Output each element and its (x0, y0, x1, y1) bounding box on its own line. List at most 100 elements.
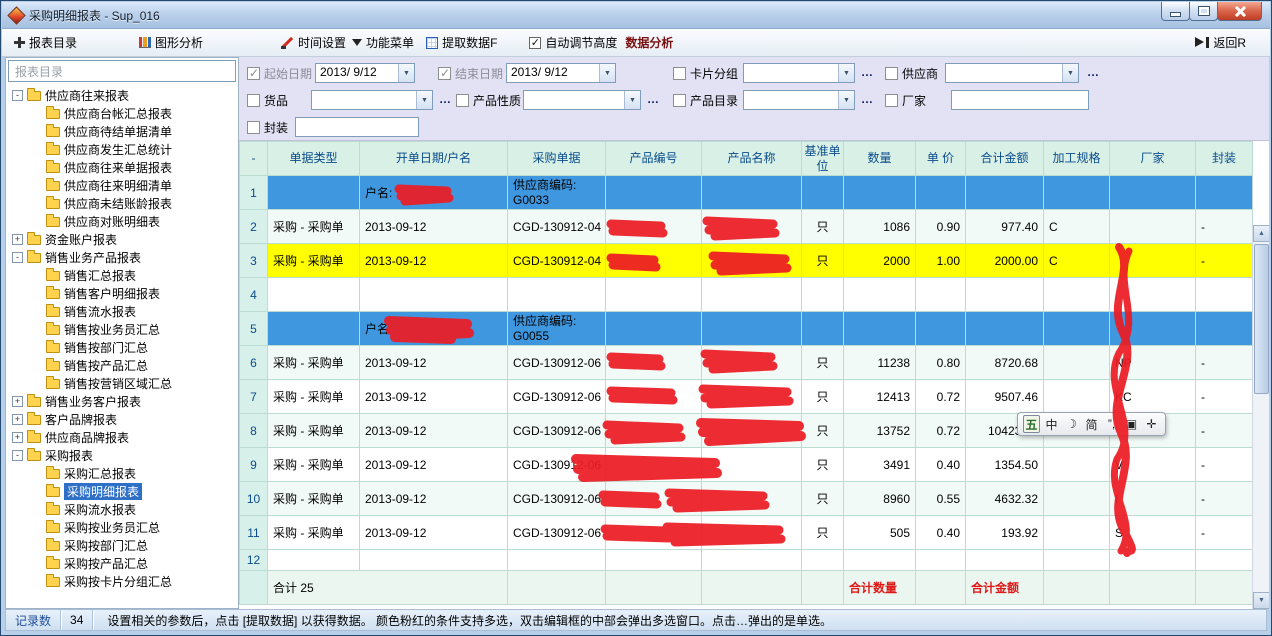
ime-simplified[interactable]: 简 (1083, 415, 1100, 433)
dropdown-arrow-icon[interactable]: ▼ (416, 91, 432, 109)
grid-row-11[interactable]: 11采购 - 采购单2013-09-12CGD-130912-06只5050.4… (240, 516, 1253, 550)
cell-price[interactable] (916, 278, 966, 312)
cell-prod_no[interactable] (606, 482, 702, 516)
ime-lang-chinese[interactable]: 中 (1043, 415, 1060, 433)
toolbar-item-data-analysis[interactable]: 数据分析 (625, 34, 673, 51)
cell-unit[interactable]: 只 (802, 244, 844, 278)
tree-leaf[interactable]: 供应商对账明细表 (6, 212, 238, 230)
cell-price[interactable]: 0.72 (916, 414, 966, 448)
grid-row-2[interactable]: 2采购 - 采购单2013-09-12CGD-130912-04只10860.9… (240, 210, 1253, 244)
toolbar-item-report-catalog[interactable]: 报表目录 (14, 34, 77, 51)
vertical-scrollbar[interactable]: ▲ ▼ (1252, 225, 1269, 609)
cell-doc_type[interactable]: 采购 - 采购单 (268, 448, 360, 482)
cell-prod_name[interactable] (702, 244, 802, 278)
cell-pack[interactable]: - (1196, 448, 1253, 482)
cell-prod_no[interactable] (606, 278, 702, 312)
tree-leaf[interactable]: 销售汇总报表 (6, 266, 238, 284)
tree-leaf[interactable]: 销售流水报表 (6, 302, 238, 320)
cell-doc_type[interactable] (268, 278, 360, 312)
cell-prod_name[interactable] (702, 380, 802, 414)
cell-amount[interactable]: 8720.68 (966, 346, 1044, 380)
dropdown-arrow-icon[interactable]: ▼ (838, 64, 854, 82)
grid-row-12[interactable]: 12 (240, 550, 1253, 571)
expander-icon[interactable]: - (12, 450, 23, 461)
ime-toolbar[interactable]: 五中☽简”,▣✛ (1017, 412, 1166, 436)
tree-leaf[interactable]: 采购流水报表 (6, 500, 238, 518)
cell-maker[interactable]: S (1110, 516, 1196, 550)
ime-logo[interactable]: 五 (1023, 415, 1040, 433)
cell-spec[interactable]: C (1044, 244, 1110, 278)
toolbar-item-graph-analysis[interactable]: 图形分析 (139, 34, 203, 51)
cell-spec[interactable] (1044, 312, 1110, 346)
ime-softkeyboard-icon[interactable]: ▣ (1123, 415, 1140, 433)
cell-prod_name[interactable] (702, 414, 802, 448)
cell-date[interactable]: 2013-09-12 (360, 346, 508, 380)
card-group-dropdown[interactable]: ▼ (743, 63, 855, 83)
ime-punctuation[interactable]: ”, (1103, 415, 1120, 433)
expander-icon[interactable]: + (12, 234, 23, 245)
close-button[interactable] (1217, 2, 1262, 21)
cell-doc_type[interactable] (268, 550, 360, 571)
cell-doc_no[interactable]: CGD-130912-06 (508, 448, 606, 482)
cell-maker[interactable]: NP (1110, 346, 1196, 380)
ime-halfwidth-icon[interactable]: ☽ (1063, 415, 1080, 433)
grid-row-5[interactable]: 5户名供应商编码: G0055 (240, 312, 1253, 346)
row-number[interactable]: 9 (240, 448, 268, 482)
expander-icon[interactable]: + (12, 432, 23, 443)
tree-leaf[interactable]: 供应商发生汇总统计 (6, 140, 238, 158)
cell-prod_name[interactable] (702, 346, 802, 380)
cell-unit[interactable]: 只 (802, 380, 844, 414)
cell-prod_no[interactable] (606, 550, 702, 571)
cell-date[interactable] (360, 550, 508, 571)
checkbox-icon[interactable]: ✓ (529, 37, 541, 49)
cell-amount[interactable] (966, 312, 1044, 346)
grid-row-6[interactable]: 6采购 - 采购单2013-09-12CGD-130912-06只112380.… (240, 346, 1253, 380)
cell-date[interactable]: 2013-09-12 (360, 448, 508, 482)
expander-icon[interactable]: - (12, 90, 23, 101)
checkbox-package[interactable] (247, 121, 260, 134)
cell-unit[interactable]: 只 (802, 414, 844, 448)
checkbox-product-catalog[interactable] (673, 94, 686, 107)
cell-date[interactable]: 2013-09-12 (360, 210, 508, 244)
cell-pack[interactable] (1196, 176, 1253, 210)
cell-prod_no[interactable] (606, 244, 702, 278)
package-input[interactable] (295, 117, 419, 137)
column-header-spec[interactable]: 加工规格 (1044, 142, 1110, 176)
row-number[interactable]: 2 (240, 210, 268, 244)
scroll-down-icon[interactable]: ▼ (1253, 592, 1269, 609)
row-number[interactable]: 1 (240, 176, 268, 210)
cell-doc_no[interactable]: CGD-130912-06 (508, 346, 606, 380)
cell-prod_no[interactable] (606, 176, 702, 210)
cell-prod_no[interactable] (606, 346, 702, 380)
cell-spec[interactable] (1044, 482, 1110, 516)
cell-unit[interactable]: 只 (802, 448, 844, 482)
tree-leaf[interactable]: 采购按卡片分组汇总 (6, 572, 238, 590)
tree-leaf[interactable]: 供应商待结单据清单 (6, 122, 238, 140)
cell-price[interactable]: 0.40 (916, 448, 966, 482)
cell-prod_name[interactable] (702, 210, 802, 244)
cell-date[interactable]: 户名 (360, 312, 508, 346)
cell-doc_type[interactable] (268, 176, 360, 210)
cell-amount[interactable] (966, 550, 1044, 571)
cell-prod_name[interactable] (702, 312, 802, 346)
cell-prod_name[interactable] (702, 482, 802, 516)
cell-prod_no[interactable] (606, 516, 702, 550)
cell-qty[interactable] (844, 176, 916, 210)
cell-spec[interactable] (1044, 176, 1110, 210)
supplier-more-button[interactable]: … (1087, 65, 1100, 79)
row-number[interactable]: 10 (240, 482, 268, 516)
column-header-maker[interactable]: 厂家 (1110, 142, 1196, 176)
cell-pack[interactable]: - (1196, 210, 1253, 244)
cell-pack[interactable]: - (1196, 414, 1253, 448)
cell-qty[interactable]: 13752 (844, 414, 916, 448)
checkbox-supplier[interactable] (885, 67, 898, 80)
column-header-amount[interactable]: 合计金额 (966, 142, 1044, 176)
cell-spec[interactable] (1044, 516, 1110, 550)
cell-price[interactable] (916, 550, 966, 571)
tree-leaf[interactable]: 采购明细报表 (6, 482, 238, 500)
cell-spec[interactable] (1044, 550, 1110, 571)
checkbox-end-date[interactable] (438, 67, 451, 80)
cell-doc_type[interactable] (268, 312, 360, 346)
tree-node[interactable]: -销售业务产品报表 (6, 248, 238, 266)
column-header-doc_no[interactable]: 采购单据 (508, 142, 606, 176)
